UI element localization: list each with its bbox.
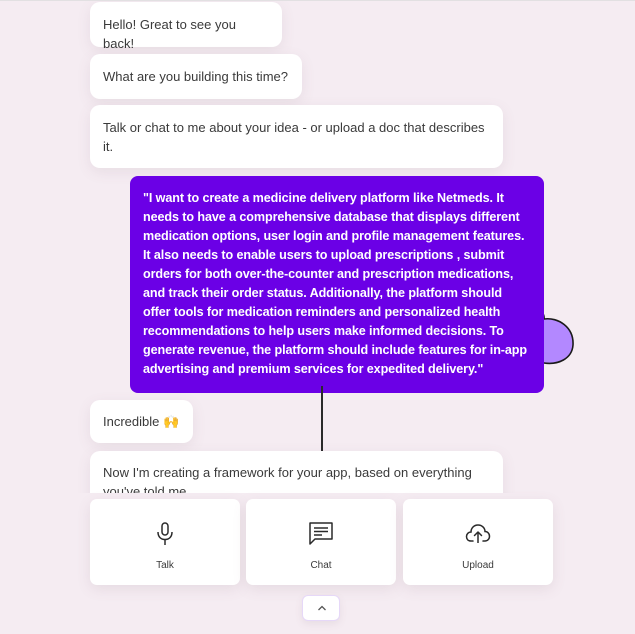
- connector-line: [321, 386, 323, 452]
- input-actions: Talk Chat Upload: [0, 493, 635, 634]
- message-text: "I want to create a medicine delivery pl…: [143, 191, 527, 376]
- cloud-upload-icon: [465, 524, 491, 543]
- upload-label: Upload: [462, 560, 494, 571]
- message-text: Now I'm creating a framework for your ap…: [103, 465, 472, 493]
- message-text: What are you building this time?: [103, 69, 288, 84]
- user-message: "I want to create a medicine delivery pl…: [130, 176, 544, 393]
- talk-button[interactable]: Talk: [90, 499, 240, 585]
- message-text: Incredible 🙌: [103, 414, 180, 429]
- chat-bubble-icon: [309, 522, 333, 545]
- chat-label: Chat: [310, 560, 332, 571]
- collapse-button[interactable]: [302, 595, 340, 621]
- assistant-message: Hello! Great to see you back!: [90, 2, 282, 51]
- microphone-icon: [157, 522, 173, 545]
- chevron-up-icon: [318, 605, 326, 611]
- message-text: Talk or chat to me about your idea - or …: [103, 120, 485, 154]
- chat-button[interactable]: Chat: [246, 499, 396, 585]
- assistant-message: Incredible 🙌: [90, 400, 193, 443]
- upload-button[interactable]: Upload: [403, 499, 553, 585]
- assistant-message: Talk or chat to me about your idea - or …: [90, 105, 503, 168]
- talk-label: Talk: [156, 560, 174, 571]
- message-text: Hello! Great to see you back!: [103, 17, 236, 51]
- chat-area: Hello! Great to see you back! What are y…: [0, 1, 635, 493]
- assistant-message: Now I'm creating a framework for your ap…: [90, 451, 503, 493]
- assistant-message: What are you building this time?: [90, 54, 302, 99]
